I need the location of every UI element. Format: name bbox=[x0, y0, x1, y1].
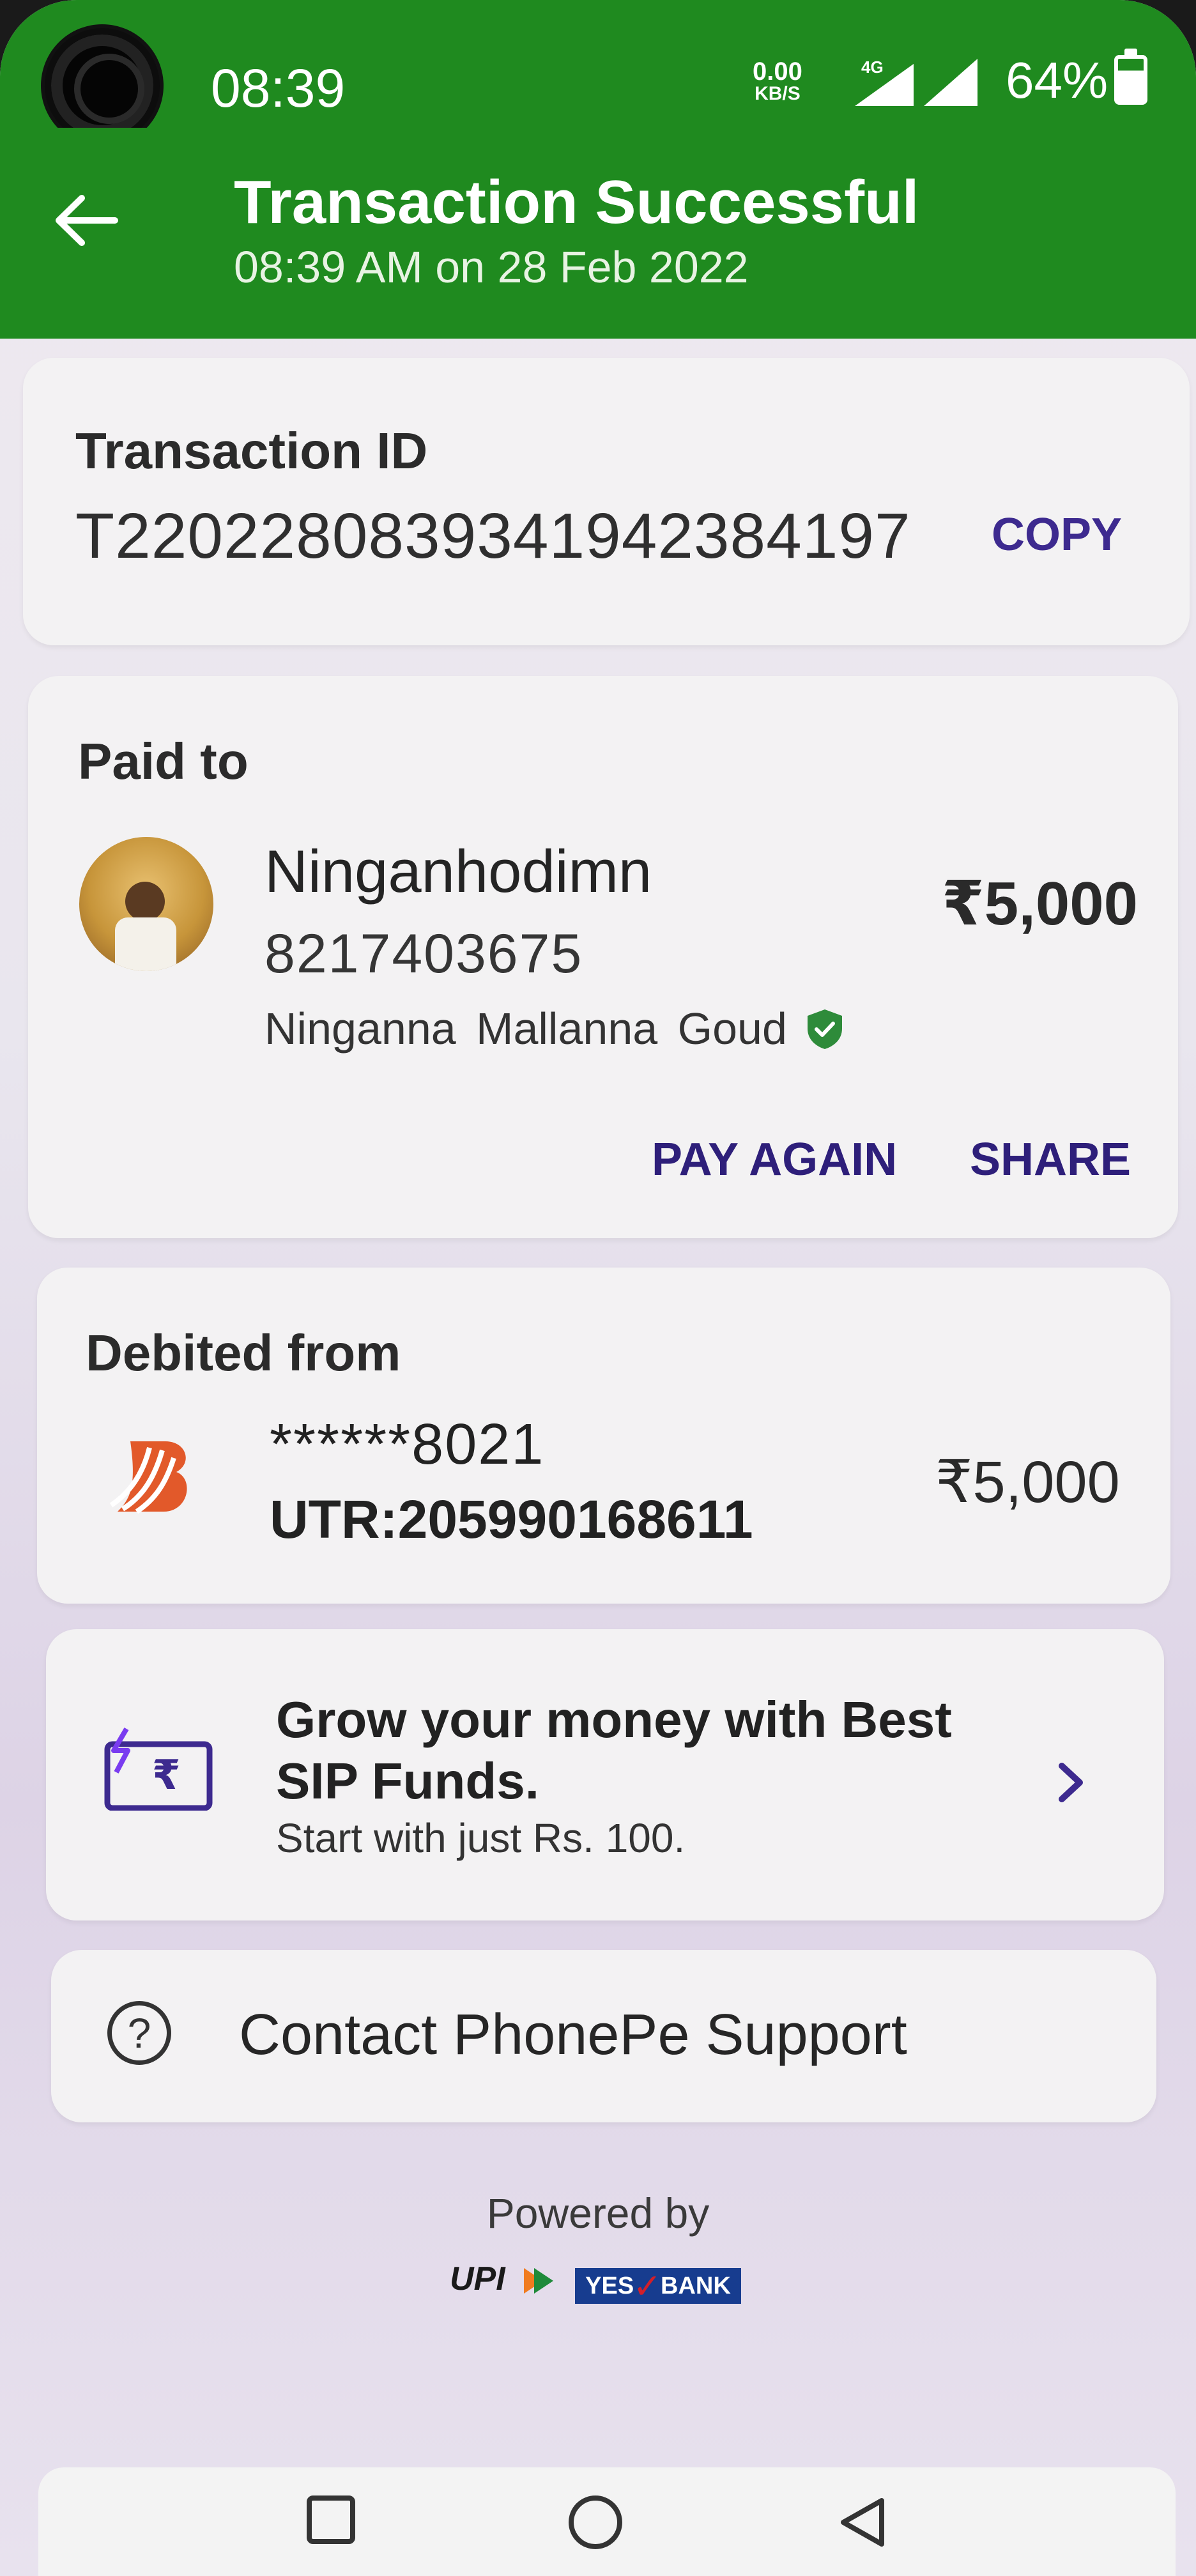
front-camera bbox=[45, 28, 160, 143]
battery-icon bbox=[1114, 49, 1147, 105]
yes-bank-yes: YES bbox=[585, 2272, 634, 2299]
payee-legal-name: Ninganna Mallanna Goud bbox=[264, 1004, 787, 1054]
utr-number: UTR:205990168611 bbox=[270, 1489, 753, 1549]
phonepe-transaction-screen: 08:39 0.00 KB/S 4G 64% Transaction Succe… bbox=[0, 0, 1196, 2576]
contact-support-card[interactable]: ? Contact PhonePe Support bbox=[51, 1950, 1156, 2122]
debit-account-number: ******8021 bbox=[270, 1413, 545, 1476]
help-circle-icon: ? bbox=[107, 2001, 171, 2065]
sip-rupee-card-icon: ₹ bbox=[104, 1727, 213, 1811]
chevron-right-icon bbox=[1059, 1763, 1083, 1802]
paid-to-card: Paid to Ninganhodimn 8217403675 Ninganna… bbox=[28, 676, 1178, 1238]
mobile-signal-icon: 4G bbox=[855, 59, 914, 106]
signal-strength-icon bbox=[924, 59, 977, 106]
recents-button-icon[interactable] bbox=[307, 2496, 355, 2544]
page-header: Transaction Successful 08:39 AM on 28 Fe… bbox=[0, 128, 1196, 339]
sip-promo-subtitle: Start with just Rs. 100. bbox=[276, 1815, 686, 1861]
yes-bank-logo: YES ✓ BANK bbox=[575, 2267, 741, 2306]
upi-logo-text: UPI bbox=[450, 2260, 506, 2297]
battery-percent: 64% bbox=[1006, 52, 1108, 109]
back-triangle-icon[interactable] bbox=[837, 2496, 891, 2549]
status-time: 08:39 bbox=[211, 58, 346, 118]
payee-phone: 8217403675 bbox=[264, 923, 583, 985]
copy-button[interactable]: COPY bbox=[992, 509, 1122, 561]
powered-by-text: Powered by bbox=[486, 2189, 710, 2237]
paid-to-label: Paid to bbox=[78, 733, 249, 790]
verified-shield-icon bbox=[808, 1009, 842, 1049]
status-bar: 08:39 0.00 KB/S 4G 64% bbox=[0, 0, 1196, 143]
net-speed-unit: KB/S bbox=[755, 83, 801, 104]
upi-logo: UPI bbox=[450, 2260, 553, 2297]
payee-avatar bbox=[79, 837, 213, 971]
network-type-label: 4G bbox=[861, 59, 884, 77]
net-speed: 0.00 KB/S bbox=[753, 59, 802, 103]
yes-bank-tick-icon: ✓ bbox=[632, 2267, 662, 2306]
paid-amount: ₹5,000 bbox=[942, 870, 1138, 938]
yes-bank-bank: BANK bbox=[661, 2272, 731, 2299]
payee-name: Ninganhodimn bbox=[264, 838, 652, 905]
transaction-id-label: Transaction ID bbox=[75, 422, 428, 479]
sip-promo-title: Grow your money with Best SIP Funds. bbox=[276, 1691, 952, 1809]
net-speed-value: 0.00 bbox=[753, 57, 802, 86]
system-nav-bar bbox=[38, 2467, 1176, 2576]
page-title: Transaction Successful bbox=[234, 168, 919, 236]
transaction-id-card: Transaction ID T2202280839341942384197 C… bbox=[23, 358, 1190, 645]
share-button[interactable]: SHARE bbox=[970, 1133, 1131, 1186]
home-button-icon[interactable] bbox=[569, 2496, 622, 2549]
debited-from-label: Debited from bbox=[86, 1324, 401, 1381]
contact-support-label: Contact PhonePe Support bbox=[239, 2003, 907, 2067]
debit-amount: ₹5,000 bbox=[935, 1450, 1120, 1515]
sip-promo-card[interactable]: ₹ Grow your money with Best SIP Funds. S… bbox=[46, 1629, 1164, 1920]
bank-of-baroda-logo-icon bbox=[109, 1441, 187, 1514]
back-arrow-icon[interactable] bbox=[51, 185, 121, 256]
transaction-datetime: 08:39 AM on 28 Feb 2022 bbox=[234, 242, 749, 292]
debited-from-card: Debited from ******8021 UTR:205990168611… bbox=[37, 1268, 1170, 1604]
svg-text:₹: ₹ bbox=[152, 1752, 181, 1799]
pay-again-button[interactable]: PAY AGAIN bbox=[652, 1133, 897, 1186]
transaction-id-value: T2202280839341942384197 bbox=[75, 500, 911, 572]
